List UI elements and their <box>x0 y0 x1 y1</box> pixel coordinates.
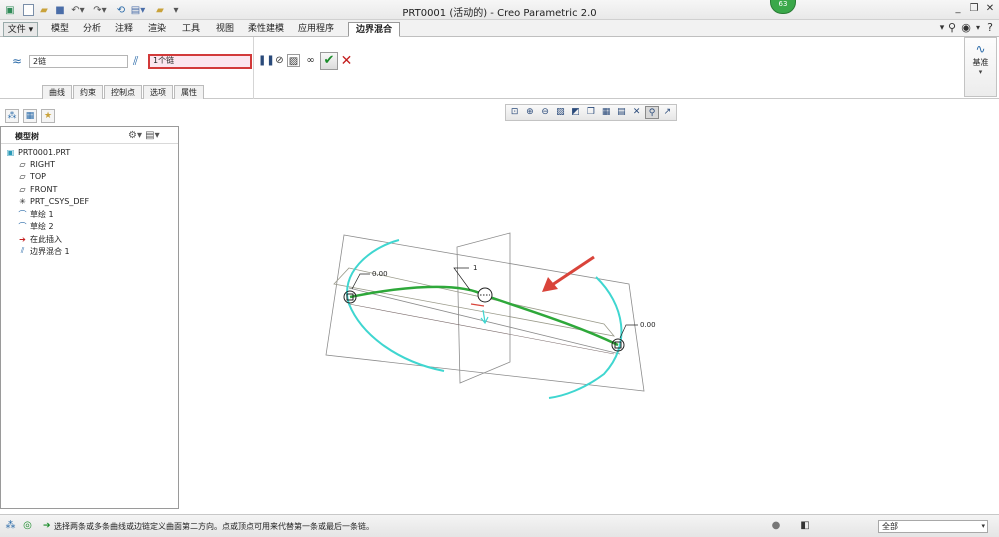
status-message: 选择两条或多条曲线或边链定义曲面第二方向。点或顶点可用来代替第一条或最后一条链。 <box>54 522 374 531</box>
divider <box>253 37 254 99</box>
no-preview-icon[interactable]: ⊘ <box>273 54 286 67</box>
sketch-icon: ⌒ <box>18 209 27 219</box>
sketch-curve-right[interactable] <box>548 276 623 399</box>
graphics-area[interactable]: 0.00 1 0.00 <box>184 124 999 514</box>
title-bar: ▣ ▰ ■ ↶▾ ↷▾ ⟲ ▤▾ ▰ ▾ PRT0001 (活动的) - Cre… <box>0 0 999 20</box>
model-tree-title: 模型树 <box>15 132 39 141</box>
ribbon-tabs: 文件 ▾ 模型 分析 注释 渲染 工具 视图 柔性建模 应用程序 边界混合 ▾ … <box>0 20 999 37</box>
folder-browser-icon[interactable]: ▦ <box>23 109 37 123</box>
tree-settings-icon[interactable]: ⚙▾ ▤▾ <box>128 130 160 141</box>
csys-icon: ✳ <box>19 196 26 206</box>
subtab-options[interactable]: 选项 <box>143 85 173 99</box>
chevron-down-icon: ▾ <box>981 522 985 530</box>
tree-item-sketch-1[interactable]: ⌒ 草绘 1 <box>17 208 54 220</box>
tab-render[interactable]: 渲染 <box>140 22 174 37</box>
datum-label: 基准 <box>972 58 989 67</box>
annotation-arrowhead <box>542 277 558 292</box>
datum-plane-frame <box>325 234 645 392</box>
close-icon[interactable]: ✕ <box>984 3 996 15</box>
zoom-out-icon[interactable]: ⊖ <box>539 106 552 119</box>
tree-item-insert-here[interactable]: ➔ 在此插入 <box>17 233 62 245</box>
boundary-blend-icon: ⫽ <box>20 246 25 255</box>
navigator-toggle-icon[interactable]: ⁂ <box>3 519 18 533</box>
annotation-arrow <box>551 255 595 287</box>
community-icon[interactable]: ◉ <box>960 22 972 34</box>
preview-icon[interactable]: ▨ <box>287 54 300 67</box>
browser-toggle-icon[interactable]: ◎ <box>20 519 35 533</box>
selection-filter-select[interactable]: 全部 ▾ <box>878 520 988 533</box>
window-title: PRT0001 (活动的) - Creo Parametric 2.0 <box>402 8 597 19</box>
graphics-toolbar: ⊡ ⊕ ⊖ ▨ ◩ ❐ ▦ ▤ ✕ ⚲ ↗ <box>505 104 677 121</box>
subtab-properties[interactable]: 属性 <box>174 85 204 99</box>
dimension-label-right[interactable]: 0.00 <box>640 321 656 329</box>
sketch-icon: ⌒ <box>18 221 27 231</box>
pointer-icon[interactable]: ↗ <box>661 106 674 119</box>
dimension-label-left[interactable]: 0.00 <box>372 270 388 278</box>
tree-item-csys[interactable]: ✳ PRT_CSYS_DEF <box>17 195 89 207</box>
chevron-down-icon: ▾ <box>978 68 983 76</box>
pause-icon[interactable]: ❚❚ <box>258 54 275 67</box>
tab-annotate[interactable]: 注释 <box>108 22 140 37</box>
model-viewport[interactable]: 0.00 1 0.00 <box>184 124 999 514</box>
boundary-blend-dashboard: ≈ 2链 ⫽ 1个链 ❚❚ ⊘ ▨ ∞ ✔ ✕ 曲线 约束 控制点 选项 属性 <box>0 37 999 99</box>
ok-button[interactable]: ✔ <box>320 52 338 70</box>
status-bar: ⁂ ◎ ➔ 选择两条或多条曲线或边链定义曲面第二方向。点或顶点可用来代替第一条或… <box>0 514 999 537</box>
tree-item-front[interactable]: ▱ FRONT <box>17 183 57 195</box>
datum-plane-icon: ▱ <box>19 184 26 194</box>
favorites-icon[interactable]: ★ <box>41 109 55 123</box>
tab-view[interactable]: 视图 <box>208 22 242 37</box>
repaint-icon[interactable]: ▨ <box>554 106 567 119</box>
chain-label[interactable]: 1 <box>473 264 477 272</box>
model-tree-tab-icon[interactable]: ⁂ <box>5 109 19 123</box>
tab-applications[interactable]: 应用程序 <box>292 22 340 37</box>
message-arrow-icon: ➔ <box>43 521 51 531</box>
spin-center-icon[interactable]: ⚲ <box>645 106 659 119</box>
help-icon[interactable]: ? <box>984 22 996 34</box>
tab-tools[interactable]: 工具 <box>174 22 208 37</box>
subtab-curves[interactable]: 曲线 <box>42 85 72 99</box>
model-tree-panel: 模型树 ⚙▾ ▤▾ ▣ PRT0001.PRT ▱ RIGHT ▱ TOP ▱ … <box>0 126 179 509</box>
tree-item-top[interactable]: ▱ TOP <box>17 170 46 182</box>
cancel-button[interactable]: ✕ <box>340 52 353 70</box>
tree-item-boundary-blend[interactable]: ⫽ 边界混合 1 <box>17 245 70 257</box>
chevron-down-icon[interactable]: ▾ <box>972 22 984 34</box>
search-icon[interactable]: ⚲ <box>946 22 958 34</box>
datum-plane-icon: ▱ <box>19 171 26 181</box>
subtab-control-points[interactable]: 控制点 <box>104 85 142 99</box>
first-direction-collector[interactable]: 2链 <box>29 55 128 68</box>
datum-display-icon[interactable]: ▤ <box>615 106 628 119</box>
datum-button[interactable]: ∿ 基准 ▾ <box>964 37 997 97</box>
tab-boundary-blend[interactable]: 边界混合 <box>348 22 400 37</box>
first-direction-icon: ≈ <box>12 54 23 68</box>
second-direction-icon: ⫽ <box>133 54 139 68</box>
subtab-constraints[interactable]: 约束 <box>73 85 103 99</box>
tab-file[interactable]: 文件 ▾ <box>3 22 38 37</box>
verify-icon[interactable]: ∞ <box>303 54 318 67</box>
tab-flexible-modeling[interactable]: 柔性建模 <box>242 22 290 37</box>
display-style-icon[interactable]: ◩ <box>569 106 582 119</box>
tab-analysis[interactable]: 分析 <box>76 22 108 37</box>
zoom-in-icon[interactable]: ⊕ <box>523 106 536 119</box>
selection-filter-icon[interactable]: ◧ <box>797 519 813 533</box>
dashboard-subtabs: 曲线 约束 控制点 选项 属性 <box>42 85 205 99</box>
datum-plane-icon: ▱ <box>19 159 26 169</box>
tree-item-sketch-2[interactable]: ⌒ 草绘 2 <box>17 220 54 232</box>
navigator-toolbar: ⁂ ▦ ★ <box>0 106 179 126</box>
part-icon: ▣ <box>6 147 15 157</box>
saved-orientations-icon[interactable]: ❐ <box>584 106 597 119</box>
insert-here-icon: ➔ <box>19 234 26 244</box>
view-manager-icon[interactable]: ▦ <box>600 106 613 119</box>
datum-curve-icon: ∿ <box>975 42 986 56</box>
second-direction-collector[interactable]: 1个链 <box>148 54 252 69</box>
tree-item-part[interactable]: ▣ PRT0001.PRT <box>5 146 71 158</box>
restore-icon[interactable]: ❐ <box>968 3 980 15</box>
annotation-display-icon[interactable]: ✕ <box>630 106 643 119</box>
tab-model[interactable]: 模型 <box>44 22 76 37</box>
tree-item-right[interactable]: ▱ RIGHT <box>17 158 55 170</box>
minimize-icon[interactable]: _ <box>952 3 964 15</box>
regen-status-icon: ● <box>771 520 781 531</box>
refit-icon[interactable]: ⊡ <box>508 106 521 119</box>
sketch-curve-left[interactable] <box>346 239 445 372</box>
